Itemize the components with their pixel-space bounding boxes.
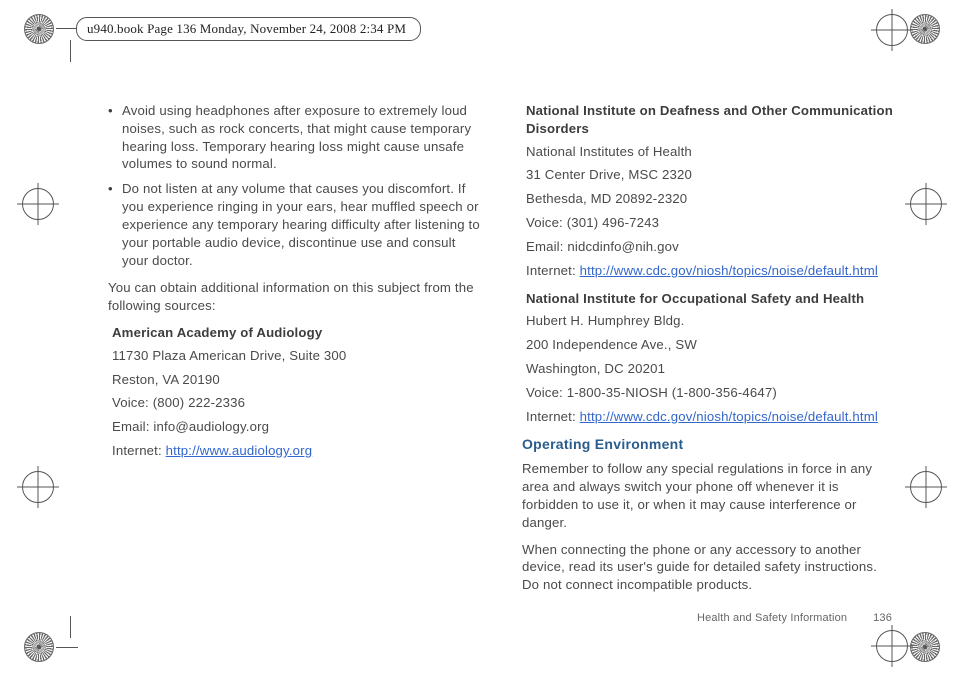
- bullet-list: Avoid using headphones after exposure to…: [108, 102, 482, 269]
- registration-wheel-icon: [910, 632, 940, 662]
- crosshair-icon: [22, 471, 54, 503]
- crosshair-icon: [22, 188, 54, 220]
- registration-wheel-icon: [910, 14, 940, 44]
- crop-tick-icon: [56, 647, 78, 648]
- org-email: Email: nidcdinfo@nih.gov: [526, 238, 896, 256]
- org-internet-link[interactable]: http://www.cdc.gov/niosh/topics/noise/de…: [580, 263, 878, 278]
- framemaker-banner: u940.book Page 136 Monday, November 24, …: [76, 17, 421, 41]
- body-columns: Avoid using headphones after exposure to…: [108, 102, 896, 614]
- org-email: Email: info@audiology.org: [112, 418, 482, 436]
- org-name: National Institute on Deafness and Other…: [526, 102, 896, 138]
- org-line: 200 Independence Ave., SW: [526, 336, 896, 354]
- crosshair-icon: [910, 471, 942, 503]
- org-voice: Voice: (800) 222-2336: [112, 394, 482, 412]
- registration-wheel-icon: [24, 14, 54, 44]
- org-line: Washington, DC 20201: [526, 360, 896, 378]
- page-footer: Health and Safety Information 136: [697, 612, 892, 624]
- org-niosh: National Institute for Occupational Safe…: [526, 290, 896, 426]
- org-american-academy-audiology: American Academy of Audiology 11730 Plaz…: [112, 324, 482, 460]
- crosshair-icon: [876, 14, 908, 46]
- crop-tick-icon: [56, 28, 78, 29]
- left-column: Avoid using headphones after exposure to…: [108, 102, 482, 614]
- org-voice: Voice: (301) 496-7243: [526, 214, 896, 232]
- org-line: National Institutes of Health: [526, 143, 896, 161]
- footer-section-label: Health and Safety Information: [697, 612, 847, 624]
- org-name: National Institute for Occupational Safe…: [526, 290, 896, 308]
- crosshair-icon: [876, 630, 908, 662]
- crop-tick-icon: [70, 616, 71, 638]
- internet-label: Internet:: [112, 443, 166, 458]
- crosshair-icon: [910, 188, 942, 220]
- internet-label: Internet:: [526, 409, 580, 424]
- paragraph: You can obtain additional information on…: [108, 279, 482, 315]
- banner-text: u940.book Page 136 Monday, November 24, …: [87, 21, 406, 37]
- page-number: 136: [873, 612, 892, 624]
- org-internet: Internet: http://www.audiology.org: [112, 442, 482, 460]
- internet-label: Internet:: [526, 263, 580, 278]
- registration-wheel-icon: [24, 632, 54, 662]
- crop-tick-icon: [70, 40, 71, 62]
- org-line: 31 Center Drive, MSC 2320: [526, 166, 896, 184]
- org-internet-link[interactable]: http://www.audiology.org: [166, 443, 313, 458]
- org-line: Bethesda, MD 20892-2320: [526, 190, 896, 208]
- right-column: National Institute on Deafness and Other…: [522, 102, 896, 614]
- org-address-line: 11730 Plaza American Drive, Suite 300: [112, 347, 482, 365]
- org-name: American Academy of Audiology: [112, 324, 482, 342]
- org-address-line: Reston, VA 20190: [112, 371, 482, 389]
- org-internet-link[interactable]: http://www.cdc.gov/niosh/topics/noise/de…: [580, 409, 878, 424]
- org-internet: Internet: http://www.cdc.gov/niosh/topic…: [526, 408, 896, 426]
- org-nidcd: National Institute on Deafness and Other…: [526, 102, 896, 280]
- document-page: u940.book Page 136 Monday, November 24, …: [0, 0, 954, 682]
- bullet-item: Do not listen at any volume that causes …: [108, 180, 482, 269]
- paragraph: Remember to follow any special regulatio…: [522, 460, 896, 531]
- section-heading-operating-environment: Operating Environment: [522, 435, 896, 454]
- org-internet: Internet: http://www.cdc.gov/niosh/topic…: [526, 262, 896, 280]
- bullet-item: Avoid using headphones after exposure to…: [108, 102, 482, 173]
- paragraph: When connecting the phone or any accesso…: [522, 541, 896, 594]
- org-line: Hubert H. Humphrey Bldg.: [526, 312, 896, 330]
- org-voice: Voice: 1-800-35-NIOSH (1-800-356-4647): [526, 384, 896, 402]
